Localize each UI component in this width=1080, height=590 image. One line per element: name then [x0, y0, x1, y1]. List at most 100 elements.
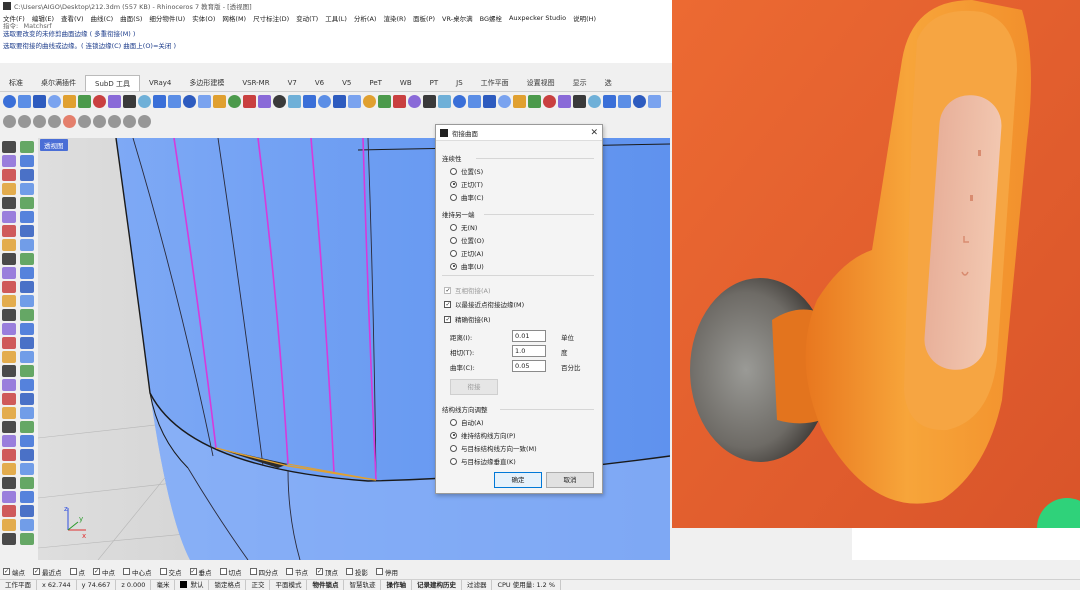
viewport-title[interactable]: 透视图: [40, 139, 68, 151]
left-tool-icon[interactable]: [20, 379, 34, 391]
subd-tool-icon[interactable]: [198, 94, 211, 108]
secondary-tool-icon[interactable]: [138, 114, 151, 128]
menu-edit[interactable]: 编辑(E): [32, 13, 54, 23]
left-tool-icon[interactable]: [20, 435, 34, 447]
left-tool-icon[interactable]: [20, 267, 34, 279]
left-tool-icon[interactable]: [20, 225, 34, 237]
left-tool-icon[interactable]: [2, 505, 16, 517]
tab-set-view[interactable]: 设置视图: [518, 75, 564, 91]
secondary-tool-icon[interactable]: [78, 114, 91, 128]
left-tool-icon[interactable]: [20, 449, 34, 461]
left-tool-icon[interactable]: [20, 463, 34, 475]
left-tool-icon[interactable]: [20, 239, 34, 251]
tab-vsr-mr[interactable]: VSR-MR: [233, 75, 278, 91]
subd-tool-icon[interactable]: [348, 94, 361, 108]
menu-transform[interactable]: 变动(T): [296, 13, 318, 23]
tab-pt[interactable]: PT: [421, 75, 448, 91]
tab-v6[interactable]: V6: [306, 75, 333, 91]
isocurve-auto-radio[interactable]: 自动(A): [450, 417, 484, 427]
tab-pet[interactable]: PeT: [360, 75, 391, 91]
left-tool-icon[interactable]: [20, 421, 34, 433]
left-tool-icon[interactable]: [2, 421, 16, 433]
osnap-item[interactable]: 四分点: [249, 567, 278, 577]
left-tool-icon[interactable]: [20, 351, 34, 363]
subd-tool-icon[interactable]: [333, 94, 346, 108]
osnap-item[interactable]: 中点: [93, 567, 115, 577]
left-tool-icon[interactable]: [2, 407, 16, 419]
left-tool-icon[interactable]: [2, 365, 16, 377]
subd-tool-icon[interactable]: [243, 94, 256, 108]
subd-tool-icon[interactable]: [618, 94, 631, 108]
curvature-input[interactable]: 0.05: [512, 360, 546, 372]
subd-tool-icon[interactable]: [468, 94, 481, 108]
left-tool-icon[interactable]: [2, 155, 16, 167]
subd-tool-icon[interactable]: [288, 94, 301, 108]
continuity-curvature-radio[interactable]: 曲率(C): [450, 192, 484, 202]
subd-tool-icon[interactable]: [378, 94, 391, 108]
left-tool-icon[interactable]: [20, 533, 34, 545]
toggle-gumball[interactable]: 操作轴: [381, 580, 412, 590]
left-tool-icon[interactable]: [2, 519, 16, 531]
subd-tool-icon[interactable]: [423, 94, 436, 108]
toggle-record-history[interactable]: 记录建构历史: [412, 580, 462, 590]
menu-mesh[interactable]: 网格(M): [222, 13, 246, 23]
left-tool-icon[interactable]: [2, 323, 16, 335]
osnap-checkbox[interactable]: [93, 568, 100, 575]
subd-tool-icon[interactable]: [18, 94, 31, 108]
osnap-checkbox[interactable]: [346, 568, 353, 575]
osnap-item[interactable]: 顶点: [316, 567, 338, 577]
subd-tool-icon[interactable]: [93, 94, 106, 108]
menu-panels[interactable]: 面板(P): [413, 13, 435, 23]
osnap-item[interactable]: 节点: [286, 567, 308, 577]
preserve-curvature-radio[interactable]: 曲率(U): [450, 261, 484, 271]
continuity-tangency-radio[interactable]: 正切(T): [450, 179, 483, 189]
left-tool-icon[interactable]: [2, 337, 16, 349]
left-tool-icon[interactable]: [2, 239, 16, 251]
subd-tool-icon[interactable]: [153, 94, 166, 108]
tab-v5[interactable]: V5: [333, 75, 360, 91]
toggle-ortho[interactable]: 正交: [246, 580, 271, 590]
tab-plugin[interactable]: 桌尔满插件: [32, 75, 85, 91]
tangency-input[interactable]: 1.0: [512, 345, 546, 357]
left-tool-icon[interactable]: [2, 253, 16, 265]
osnap-checkbox[interactable]: [123, 568, 130, 575]
dialog-titlebar[interactable]: 衔接曲面: [436, 125, 602, 141]
menu-bg-plugin[interactable]: BG螺栓: [480, 13, 502, 23]
left-tool-icon[interactable]: [20, 337, 34, 349]
osnap-item[interactable]: 端点: [3, 567, 25, 577]
menu-help[interactable]: 说明(H): [573, 13, 596, 23]
subd-tool-icon[interactable]: [228, 94, 241, 108]
toggle-smarttrack[interactable]: 智慧轨迹: [344, 580, 382, 590]
subd-tool-icon[interactable]: [573, 94, 586, 108]
left-tool-icon[interactable]: [20, 477, 34, 489]
subd-tool-icon[interactable]: [78, 94, 91, 108]
close-icon[interactable]: ✕: [590, 127, 598, 139]
secondary-tool-icon[interactable]: [123, 114, 136, 128]
subd-tool-icon[interactable]: [513, 94, 526, 108]
subd-tool-icon[interactable]: [108, 94, 121, 108]
osnap-item[interactable]: 交点: [159, 567, 182, 577]
subd-tool-icon[interactable]: [318, 94, 331, 108]
osnap-checkbox[interactable]: [219, 568, 227, 575]
subd-tool-icon[interactable]: [123, 94, 136, 108]
left-tool-icon[interactable]: [20, 491, 34, 503]
osnap-checkbox[interactable]: [69, 568, 77, 575]
continuity-position-radio[interactable]: 位置(S): [450, 166, 483, 176]
cplane-indicator[interactable]: 工作平面: [0, 580, 37, 590]
subd-tool-icon[interactable]: [168, 94, 181, 108]
secondary-tool-icon[interactable]: [108, 114, 121, 128]
menu-render[interactable]: 渲染(R): [383, 13, 406, 23]
left-tool-icon[interactable]: [2, 491, 16, 503]
left-tool-icon[interactable]: [2, 533, 16, 545]
isocurve-preserve-radio[interactable]: 维持结构线方向(P): [450, 430, 516, 440]
toggle-filter[interactable]: 过滤器: [462, 580, 493, 590]
subd-tool-icon[interactable]: [363, 94, 376, 108]
secondary-tool-icon[interactable]: [18, 114, 31, 128]
menu-curve[interactable]: 曲线(C): [91, 13, 114, 23]
preserve-position-radio[interactable]: 位置(O): [450, 235, 484, 245]
subd-tool-icon[interactable]: [138, 94, 151, 108]
osnap-item[interactable]: 点: [69, 567, 85, 577]
toggle-planar[interactable]: 平面模式: [270, 580, 308, 590]
osnap-checkbox[interactable]: [376, 568, 383, 575]
left-tool-icon[interactable]: [2, 267, 16, 279]
